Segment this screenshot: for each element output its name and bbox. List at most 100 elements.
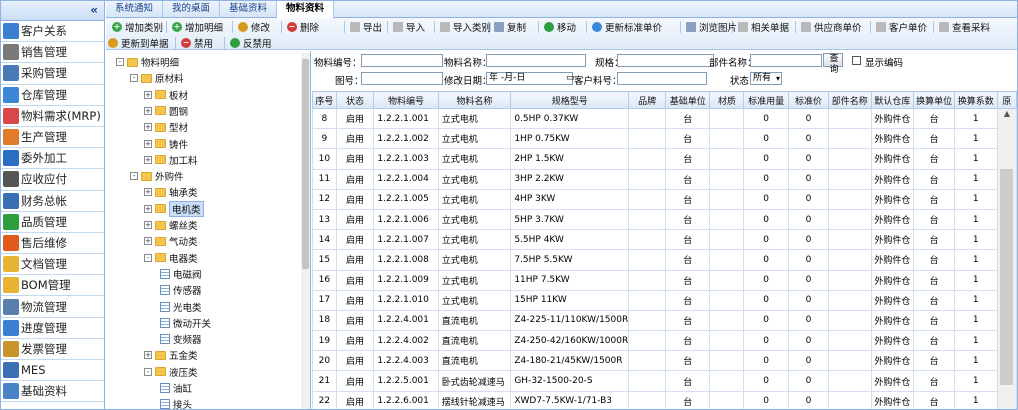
collapse-button[interactable]: « xyxy=(1,1,104,21)
tree-node[interactable]: + 加工料 xyxy=(144,152,198,168)
sidebar-item[interactable]: 文档管理 xyxy=(1,254,104,276)
sidebar-item[interactable]: 客户关系 xyxy=(1,21,104,43)
sidebar-item[interactable]: 进度管理 xyxy=(1,318,104,339)
column-header[interactable]: 序号 xyxy=(312,91,337,109)
column-header[interactable]: 品牌 xyxy=(628,91,666,109)
sidebar-item[interactable]: 物流管理 xyxy=(1,296,104,318)
tab[interactable]: 我的桌面 xyxy=(163,1,221,18)
collapse-icon[interactable]: - xyxy=(144,253,152,262)
copy-button[interactable]: 复制 xyxy=(494,20,526,34)
column-header[interactable]: 材质 xyxy=(709,91,745,109)
export-button[interactable]: 导出 xyxy=(350,20,382,34)
column-header[interactable]: 换算单位 xyxy=(913,91,955,109)
table-row[interactable]: 15 启用 1.2.2.1.008 立式电机 7.5HP 5.5KW 台 0 0 外购件仓台 1 xyxy=(312,249,1017,271)
tree-node[interactable]: + 电机类 xyxy=(144,200,204,217)
column-header[interactable]: 物料名称 xyxy=(437,91,512,109)
customer-code-input[interactable] xyxy=(617,72,707,85)
table-row[interactable]: 18 启用 1.2.2.4.001 直流电机 Z4-225-11/110KW/1500R… xyxy=(312,309,1017,332)
tree-node[interactable]: 电磁阀 xyxy=(160,266,202,282)
column-header[interactable]: 默认仓库 xyxy=(870,91,915,109)
query-button[interactable]: 查询 xyxy=(823,53,843,75)
table-row[interactable]: 20 启用 1.2.2.4.003 直流电机 Z4-180-21/45KW/1500R 台… xyxy=(312,350,1017,372)
column-header[interactable]: 基础单位 xyxy=(664,91,711,109)
expand-icon[interactable]: + xyxy=(144,351,152,360)
table-row[interactable]: 10 启用 1.2.2.1.003 立式电机 2HP 1.5KW 台 0 0 外购件仓台 1 xyxy=(312,148,1017,170)
scroll-up-icon[interactable]: ▲ xyxy=(998,109,1016,118)
sidebar-item[interactable]: 基础资料 xyxy=(1,381,104,403)
tree-node[interactable]: + 型材 xyxy=(144,119,188,135)
document-button[interactable]: 查看采料 xyxy=(939,20,990,34)
table-row[interactable]: 19 启用 1.2.2.4.002 直流电机 Z4-250-42/160KW/1000R… xyxy=(312,330,1017,352)
expand-icon[interactable]: + xyxy=(144,188,152,197)
add-button[interactable]: + 增加明细 xyxy=(172,20,223,34)
show-code-checkbox[interactable] xyxy=(852,56,861,65)
column-header[interactable]: 标准价 xyxy=(787,91,830,109)
column-header[interactable]: 物料编号 xyxy=(373,91,439,109)
expand-icon[interactable]: + xyxy=(144,123,152,132)
tree-node[interactable]: 传感器 xyxy=(160,282,202,298)
tree-scrollbar-thumb[interactable] xyxy=(302,59,309,269)
table-row[interactable]: 22 启用 1.2.2.6.001 摆线针轮减速马 XWD7-7.5KW-1/71-B3… xyxy=(312,390,1017,409)
tree-node[interactable]: + 轴承类 xyxy=(144,184,198,200)
collapse-icon[interactable]: - xyxy=(116,58,124,66)
tree-node[interactable]: - 物料明细 xyxy=(116,54,179,70)
column-header[interactable]: 状态 xyxy=(335,91,375,109)
expand-icon[interactable]: + xyxy=(144,90,152,99)
collapse-icon[interactable]: - xyxy=(130,172,138,181)
collapse-icon[interactable]: - xyxy=(144,367,152,376)
table-row[interactable]: 17 启用 1.2.2.1.010 立式电机 15HP 11KW 台 0 0 外购件仓台 1 xyxy=(312,289,1017,311)
tab[interactable]: 基础资料 xyxy=(220,1,278,18)
column-header[interactable]: 换算系数 xyxy=(953,91,998,109)
expand-icon[interactable]: + xyxy=(144,237,152,246)
sidebar-item[interactable]: 销售管理 xyxy=(1,42,104,64)
tab[interactable]: 系统通知 xyxy=(106,1,164,18)
document-button[interactable]: 供应商单价 xyxy=(801,20,862,34)
tree-node[interactable]: - 液压类 xyxy=(144,364,198,380)
tree-node[interactable]: 微动开关 xyxy=(160,315,211,331)
spec-input[interactable] xyxy=(617,54,714,67)
disable-button[interactable]: − 禁用 xyxy=(181,36,213,50)
column-header[interactable]: 标准用量 xyxy=(743,91,789,109)
update-button[interactable]: 更新到单据 xyxy=(108,36,169,50)
status-select[interactable]: 所有 ▾ xyxy=(750,72,782,85)
move-button[interactable]: 移动 xyxy=(544,20,576,34)
date-input[interactable]: 年 -月-日 xyxy=(486,72,573,85)
sidebar-item[interactable]: 发票管理 xyxy=(1,339,104,360)
tree-node[interactable]: 光电类 xyxy=(160,299,202,315)
tree-node[interactable]: + 铸件 xyxy=(144,136,188,152)
tree-node[interactable]: 油缸 xyxy=(160,380,192,396)
expand-icon[interactable]: + xyxy=(144,106,152,115)
tree-node[interactable]: + 气动类 xyxy=(144,233,198,249)
expand-icon[interactable]: + xyxy=(144,139,152,148)
sidebar-item[interactable]: 采购管理 xyxy=(1,63,104,85)
expand-icon[interactable]: + xyxy=(144,155,152,164)
tree-node[interactable]: - 原材料 xyxy=(130,70,184,86)
document-button[interactable]: 客户单价 xyxy=(876,20,927,34)
enable-button[interactable]: 反禁用 xyxy=(230,36,272,50)
delete-button[interactable]: − 删除 xyxy=(287,20,319,34)
sidebar-item[interactable]: BOM管理 xyxy=(1,275,104,297)
tree-node[interactable]: + 圆钢 xyxy=(144,103,188,119)
document-button[interactable]: 相关单据 xyxy=(738,20,789,34)
grid-scrollbar-thumb[interactable] xyxy=(1000,169,1013,385)
edit-button[interactable]: 修改 xyxy=(238,20,270,34)
sidebar-item[interactable]: 物料需求(MRP) xyxy=(1,106,104,127)
column-header[interactable]: 原 xyxy=(996,91,1017,109)
table-row[interactable]: 8 启用 1.2.2.1.001 立式电机 0.5HP 0.37KW 台 0 0 外购件仓台 1 xyxy=(312,107,1017,130)
tree-node[interactable]: + 五金类 xyxy=(144,347,198,363)
collapse-icon[interactable]: - xyxy=(130,74,138,83)
import-button[interactable]: 导入类别 xyxy=(440,20,491,34)
sidebar-item[interactable]: 售后维修 xyxy=(1,233,104,255)
table-row[interactable]: 12 启用 1.2.2.1.005 立式电机 4HP 3KW 台 0 0 外购件仓台 1 xyxy=(312,188,1017,210)
expand-icon[interactable]: + xyxy=(144,204,152,213)
sidebar-item[interactable]: MES xyxy=(1,360,104,382)
table-row[interactable]: 11 启用 1.2.2.1.004 立式电机 3HP 2.2KW 台 0 0 外购件仓台 1 xyxy=(312,168,1017,190)
tree-node[interactable]: + 螺丝类 xyxy=(144,217,198,233)
drawing-input[interactable] xyxy=(361,72,443,85)
import-button[interactable]: 导入 xyxy=(393,20,425,34)
add-button[interactable]: + 增加类别 xyxy=(112,20,163,34)
column-header[interactable]: 规格型号 xyxy=(510,91,630,109)
column-header[interactable]: 部件名称 xyxy=(828,91,872,109)
code-input[interactable] xyxy=(361,54,443,67)
tree-node[interactable]: 接头 xyxy=(160,396,192,409)
